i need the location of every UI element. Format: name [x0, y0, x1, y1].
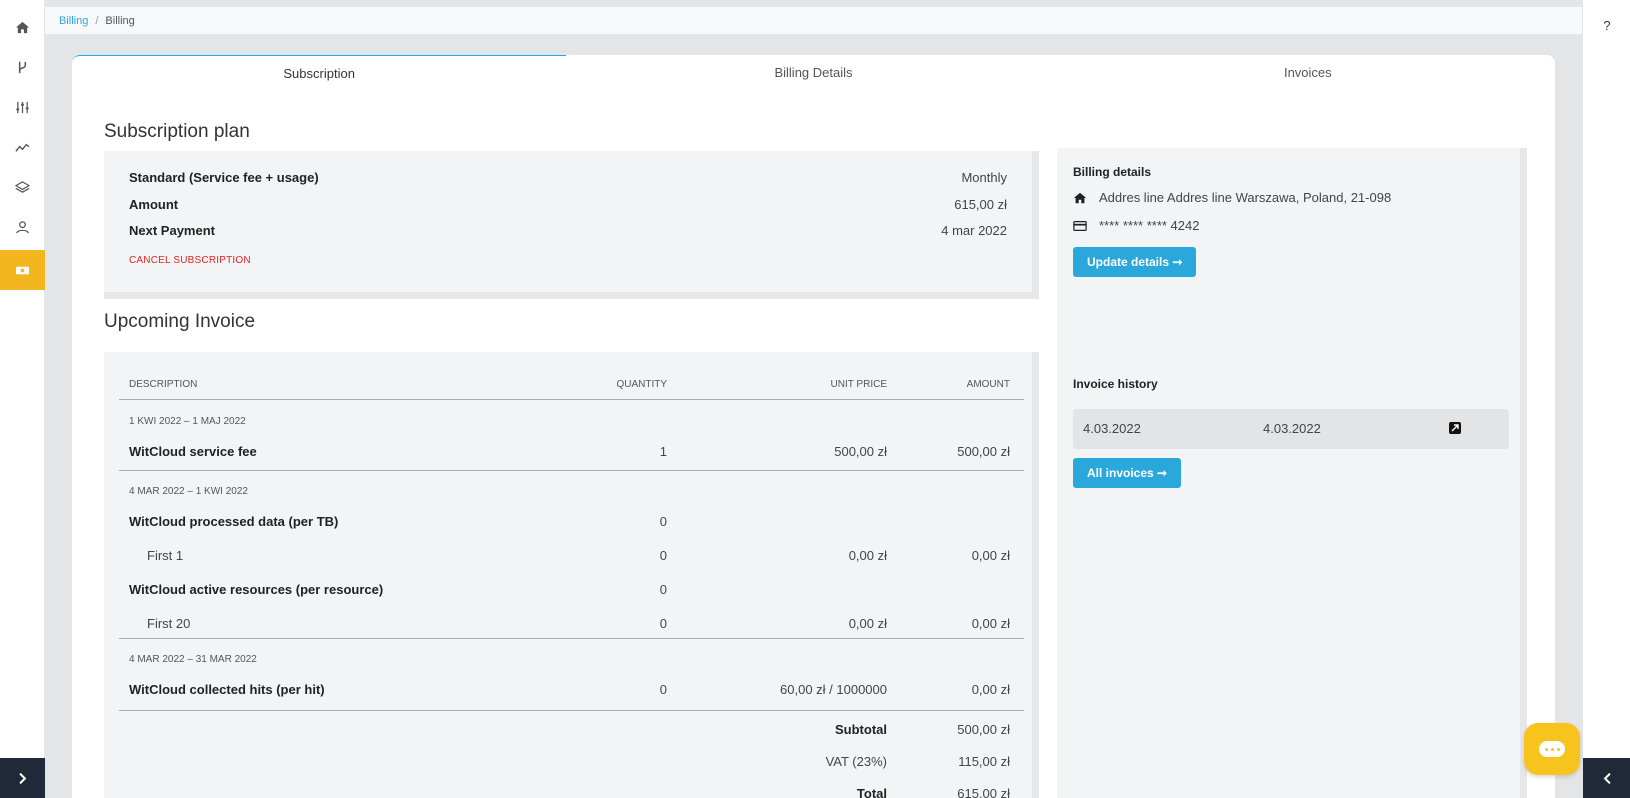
line-quantity: 0 — [659, 616, 667, 631]
line-quantity: 1 — [659, 444, 667, 459]
period-label: 4 MAR 2022 – 1 KWI 2022 — [129, 486, 248, 497]
plan-row: Standard (Service fee + usage) Monthly — [129, 170, 1007, 185]
line-quantity: 0 — [659, 582, 667, 597]
plan-row: Next Payment 4 mar 2022 — [129, 223, 1007, 238]
credit-card-icon — [1073, 220, 1087, 231]
breadcrumb-current: Billing — [105, 14, 135, 27]
billing-icon — [15, 266, 30, 274]
plan-row: Amount 615,00 zł — [129, 197, 1007, 212]
invoice-due-date: 4.03.2022 — [1263, 421, 1321, 436]
vat-label: VAT (23%) — [825, 754, 887, 769]
line-description: WitCloud service fee — [129, 444, 257, 459]
plan-value: 615,00 zł — [954, 197, 1007, 212]
plan-label: Amount — [129, 197, 179, 212]
divider — [119, 710, 1024, 711]
plan-value: Monthly — [961, 170, 1007, 185]
plan-label: Standard (Service fee + usage) — [129, 170, 319, 185]
nav-resources[interactable] — [0, 167, 45, 207]
header-description: DESCRIPTION — [129, 379, 198, 390]
chevron-left-icon — [1603, 772, 1611, 784]
billing-card: **** **** **** 4242 — [1073, 218, 1199, 233]
header-unit-price: UNIT PRICE — [830, 379, 888, 390]
line-amount: 500,00 zł — [957, 444, 1010, 459]
line-unit-price: 500,00 zł — [834, 444, 887, 459]
open-invoice-icon[interactable] — [1449, 422, 1461, 434]
billing-side-panel: Billing details Addres line Addres line … — [1057, 148, 1527, 798]
home-icon — [15, 21, 30, 33]
line-description: WitCloud active resources (per resource) — [129, 582, 384, 597]
line-description: WitCloud collected hits (per hit) — [129, 682, 325, 697]
nav-pipelines[interactable] — [0, 47, 45, 87]
line-amount: 0,00 zł — [971, 548, 1010, 563]
subtotal-value: 500,00 zł — [957, 722, 1010, 737]
chat-widget-button[interactable] — [1524, 723, 1580, 775]
total-value: 615,00 zł — [957, 786, 1010, 798]
user-icon — [16, 220, 29, 233]
nav-users[interactable] — [0, 207, 45, 247]
invoice-date: 4.03.2022 — [1083, 421, 1141, 436]
line-amount: 0,00 zł — [971, 616, 1010, 631]
period-label: 1 KWI 2022 – 1 MAJ 2022 — [129, 416, 246, 427]
line-quantity: 0 — [659, 548, 667, 563]
right-rail: ? — [1582, 0, 1630, 798]
invoice-history-title: Invoice history — [1073, 377, 1158, 391]
line-amount: 0,00 zł — [971, 682, 1010, 697]
plan-value: 4 mar 2022 — [941, 223, 1007, 238]
all-invoices-button[interactable]: All invoices ➞ — [1073, 458, 1182, 488]
subscription-plan-card: Standard (Service fee + usage) Monthly A… — [104, 151, 1039, 299]
billing-details-title: Billing details — [1073, 165, 1152, 179]
update-details-button[interactable]: Update details ➞ — [1073, 247, 1197, 277]
tab-invoices[interactable]: Invoices — [1061, 55, 1555, 93]
line-quantity: 0 — [659, 514, 667, 529]
help-button[interactable]: ? — [1583, 18, 1630, 33]
upcoming-invoice-title: Upcoming Invoice — [104, 311, 256, 332]
nav-billing[interactable] — [0, 250, 45, 290]
tab-subscription[interactable]: Subscription — [72, 55, 567, 93]
sliders-icon — [16, 101, 29, 113]
billing-address: Addres line Addres line Warszawa, Poland… — [1073, 190, 1391, 205]
main-card: Subscription Billing Details Invoices Su… — [72, 55, 1555, 798]
line-description: First 20 — [147, 616, 191, 631]
vat-value: 115,00 zł — [958, 754, 1010, 769]
upcoming-invoice-card: DESCRIPTION QUANTITY UNIT PRICE AMOUNT 1… — [104, 352, 1039, 798]
home-icon — [1073, 192, 1087, 203]
invoice-history-row[interactable]: 4.03.2022 4.03.2022 — [1073, 409, 1509, 449]
breadcrumb: Billing / Billing — [45, 7, 1582, 34]
left-nav — [0, 0, 45, 798]
nav-analytics[interactable] — [0, 127, 45, 167]
plan-label: Next Payment — [129, 223, 215, 238]
breadcrumb-separator: / — [95, 14, 99, 27]
line-description: First 1 — [147, 548, 184, 563]
line-unit-price: 0,00 zł — [848, 616, 887, 631]
layers-icon — [15, 180, 30, 193]
period-label: 4 MAR 2022 – 31 MAR 2022 — [129, 654, 257, 665]
chart-line-icon — [15, 143, 30, 152]
divider — [119, 638, 1024, 639]
line-description: WitCloud processed data (per TB) — [129, 514, 339, 529]
cancel-subscription-link[interactable]: CANCEL SUBSCRIPTION — [129, 255, 251, 266]
total-label: Total — [856, 786, 887, 798]
billing-card-text: **** **** **** 4242 — [1099, 218, 1200, 233]
breadcrumb-root-link[interactable]: Billing — [59, 15, 88, 27]
nav-settings[interactable] — [0, 87, 45, 127]
nav-home[interactable] — [0, 7, 45, 47]
chevron-right-icon — [19, 772, 27, 784]
subscription-plan-title: Subscription plan — [104, 121, 250, 142]
chat-bubble-icon — [1539, 741, 1565, 757]
line-unit-price: 0,00 zł — [848, 548, 887, 563]
subtotal-label: Subtotal — [835, 722, 887, 737]
divider — [119, 399, 1024, 400]
tab-billing-details[interactable]: Billing Details — [566, 55, 1060, 93]
line-unit-price: 60,00 zł / 1000000 — [780, 682, 887, 697]
header-amount: AMOUNT — [966, 379, 1010, 390]
divider — [119, 470, 1024, 471]
billing-address-text: Addres line Addres line Warszawa, Poland… — [1099, 190, 1392, 205]
line-quantity: 0 — [659, 682, 667, 697]
expand-nav-button[interactable] — [0, 758, 45, 798]
branch-icon — [18, 61, 27, 73]
header-quantity: QUANTITY — [616, 379, 667, 390]
tab-bar: Subscription Billing Details Invoices — [72, 55, 1555, 93]
collapse-panel-button[interactable] — [1583, 758, 1630, 798]
external-link-icon — [1451, 424, 1459, 432]
